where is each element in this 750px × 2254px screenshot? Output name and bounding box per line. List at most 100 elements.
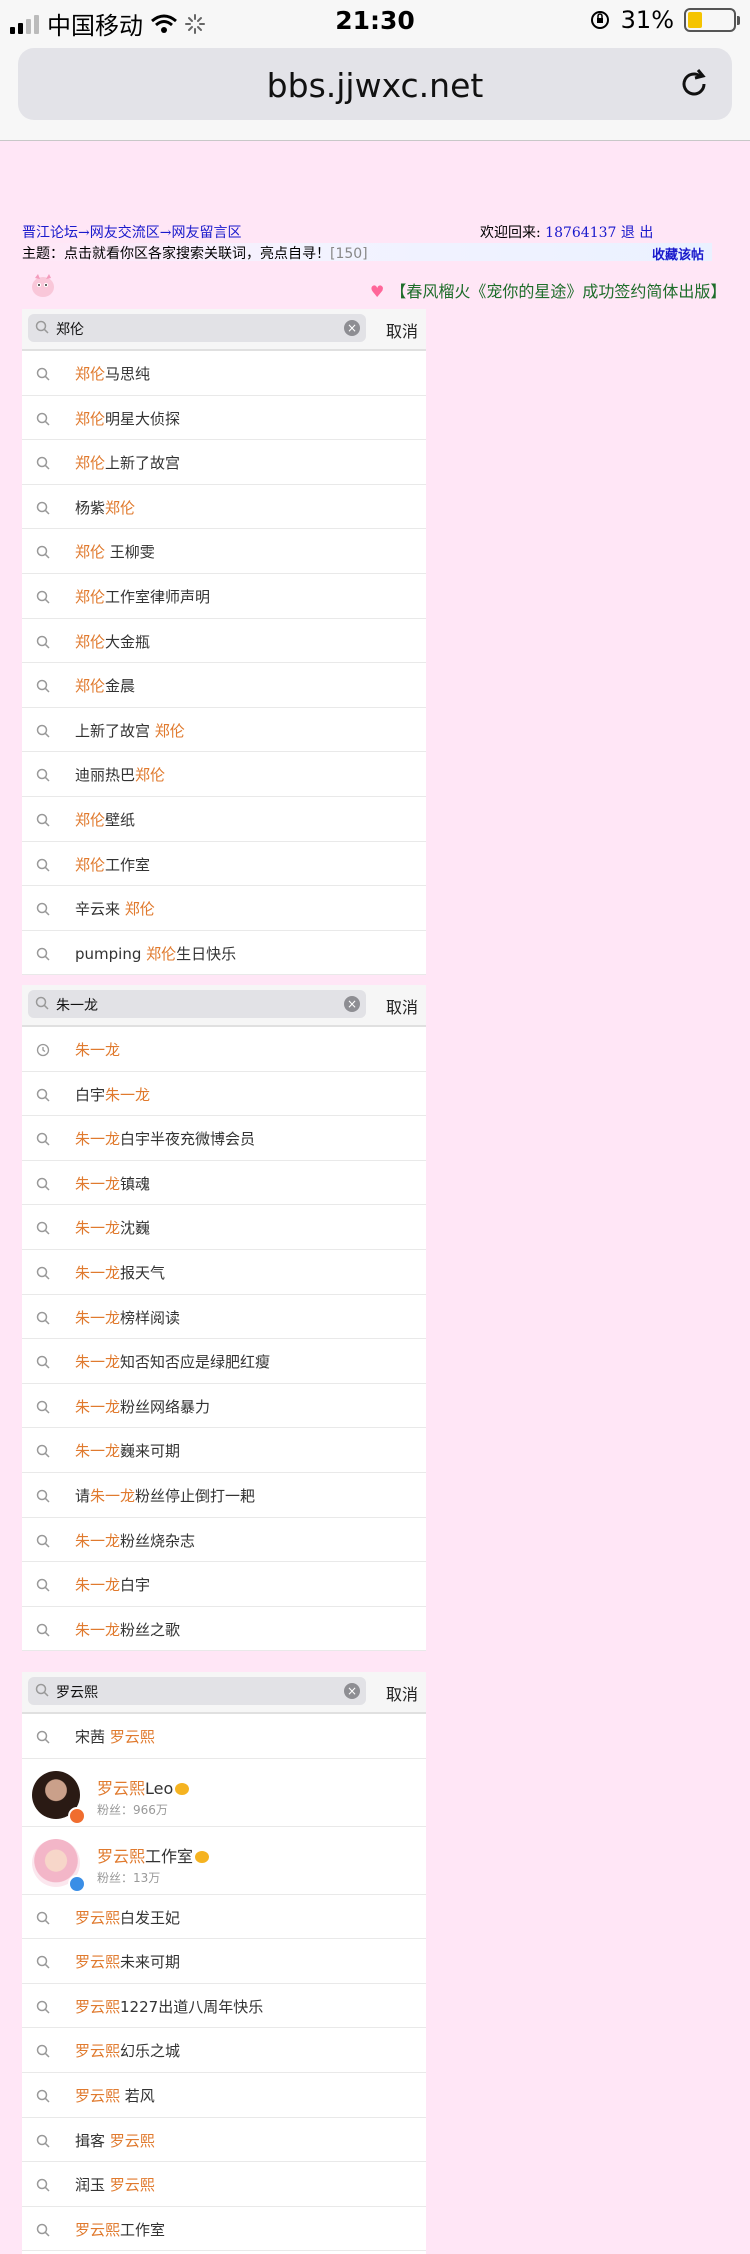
suggestion-item[interactable]: pumping 郑伦生日快乐 (22, 931, 426, 976)
suggestion-highlight: 罗云熙 (75, 2042, 121, 2061)
suggestion-suffix: 白发王妃 (120, 1908, 181, 1927)
suggestion-item[interactable]: 郑伦壁纸 (22, 797, 426, 842)
topic-line: 主题：点击就看你区各家搜索关联词，亮点自寻！[150] (22, 243, 712, 262)
suggestion-text: 郑伦工作室律师声明 (75, 586, 210, 607)
suggestion-item[interactable]: 朱一龙沈巍 (22, 1205, 426, 1250)
suggestion-item[interactable]: 朱一龙镇魂 (22, 1161, 426, 1206)
search-bar: 朱一龙 × 取消 (22, 985, 426, 1027)
suggestion-item[interactable]: 郑伦金晨 (22, 663, 426, 708)
search-icon (36, 2177, 50, 2196)
suggestion-item[interactable]: 朱一龙榜样阅读 (22, 1295, 426, 1340)
suggestion-item[interactable]: 罗云熙 若风 (22, 2073, 426, 2118)
suggestion-text: 郑伦大金瓶 (75, 631, 150, 652)
search-query[interactable]: 罗云熙 (56, 1682, 98, 1702)
search-icon (36, 634, 50, 653)
search-input[interactable]: 罗云熙 × (28, 1677, 366, 1705)
search-icon (36, 901, 50, 920)
suggestion-item[interactable]: 朱一龙 (22, 1027, 426, 1072)
clear-icon[interactable]: × (344, 320, 360, 336)
cancel-button[interactable]: 取消 (386, 994, 418, 1018)
clear-icon[interactable]: × (344, 1683, 360, 1699)
suggestion-item[interactable]: 白宇朱一龙 (22, 1072, 426, 1117)
suggestion-item[interactable]: 朱一龙报天气 (22, 1250, 426, 1295)
suggestion-item[interactable]: 罗云熙工作室 (22, 2207, 426, 2252)
mascot-icon (32, 274, 54, 297)
search-icon (36, 589, 50, 608)
suggestion-item[interactable]: 郑伦上新了故宫 (22, 440, 426, 485)
cancel-button[interactable]: 取消 (386, 318, 418, 342)
promo-banner[interactable]: ♥ 【春风榴火《宠你的星途》成功签约简体出版】 (370, 278, 726, 302)
suggestion-item[interactable]: 罗云熙白发王妃 (22, 1895, 426, 1940)
suggestion-item[interactable]: 宋茜 罗云熙 (22, 1714, 426, 1759)
cancel-button[interactable]: 取消 (386, 1681, 418, 1705)
user-suggestion[interactable]: 罗云熙工作室 粉丝：13万 (22, 1827, 426, 1895)
suggestion-item[interactable]: 罗云熙未来可期 (22, 1939, 426, 1984)
suggestion-highlight: 罗云熙 (109, 2176, 155, 2195)
suggestion-item[interactable]: 郑伦 王柳雯 (22, 529, 426, 574)
breadcrumb[interactable]: 晋江论坛→网友交流区→网友留言区 (22, 222, 241, 242)
suggestion-suffix: 王柳雯 (105, 543, 155, 562)
suggestion-item[interactable]: 上新了故宫 郑伦 (22, 708, 426, 753)
suggestion-highlight: 郑伦 (124, 900, 155, 919)
suggestion-item[interactable]: 郑伦工作室律师声明 (22, 574, 426, 619)
user-name: 罗云熙工作室 (97, 1843, 210, 1867)
suggestion-text: 润玉 罗云熙 (75, 2174, 155, 2195)
favorite-link[interactable]: 收藏该帖 (652, 244, 704, 263)
fans-count: 粉丝：966万 (97, 1802, 168, 1817)
suggestion-highlight: 罗云熙 (75, 1953, 121, 1972)
suggestion-item[interactable]: 朱一龙粉丝之歌 (22, 1607, 426, 1652)
suggestion-suffix: 幻乐之城 (120, 2042, 181, 2061)
suggestion-highlight: 郑伦 (75, 365, 106, 383)
suggestion-item[interactable]: 郑伦工作室 (22, 842, 426, 887)
suggestion-item[interactable]: 罗云熙幻乐之城 (22, 2028, 426, 2073)
suggestion-item[interactable]: 润玉 罗云熙 (22, 2162, 426, 2207)
url-text[interactable]: bbs.jjwxc.net (18, 66, 732, 105)
suggestion-item[interactable]: 罗云熙1227出道八周年快乐 (22, 1984, 426, 2029)
suggestion-item[interactable]: 朱一龙巍来可期 (22, 1428, 426, 1473)
suggestion-item[interactable]: 郑伦马思纯 (22, 351, 426, 396)
clear-icon[interactable]: × (344, 996, 360, 1012)
suggestion-text: 朱一龙粉丝之歌 (75, 1619, 180, 1640)
suggestion-item[interactable]: 郑伦明星大侦探 (22, 396, 426, 441)
suggestion-highlight: 罗云熙 (75, 1908, 121, 1927)
welcome-label: 欢迎回来: (480, 225, 541, 241)
user-id-link[interactable]: 18764137 (545, 225, 616, 241)
suggestion-item[interactable]: 请朱一龙粉丝停止倒打一耙 (22, 1473, 426, 1518)
suggestion-suffix: 生日快乐 (176, 944, 237, 963)
search-query[interactable]: 郑伦 (56, 319, 84, 339)
suggestion-item[interactable]: 朱一龙粉丝烧杂志 (22, 1518, 426, 1563)
suggestion-item[interactable]: 揖客 罗云熙 (22, 2118, 426, 2163)
suggestion-highlight: 郑伦 (75, 409, 106, 428)
suggestion-highlight: 郑伦 (146, 944, 177, 963)
suggestion-item[interactable]: 辛云来 郑伦 (22, 886, 426, 931)
search-input[interactable]: 朱一龙 × (28, 990, 366, 1018)
search-query[interactable]: 朱一龙 (56, 995, 98, 1015)
suggestion-highlight: 朱一龙 (75, 1308, 121, 1327)
user-name-suffix: Leo (145, 1778, 174, 1798)
suggestion-text: 朱一龙榜样阅读 (75, 1307, 180, 1328)
suggestion-item[interactable]: 朱一龙白宇 (22, 1562, 426, 1607)
logout-link[interactable]: 退 出 (621, 225, 653, 241)
search-input[interactable]: 郑伦 × (28, 314, 366, 342)
suggestion-highlight: 朱一龙 (75, 1041, 121, 1059)
suggestion-item[interactable]: 迪丽热巴郑伦 (22, 752, 426, 797)
search-icon (36, 2133, 50, 2152)
address-bar[interactable]: bbs.jjwxc.net (18, 48, 732, 120)
suggestion-prefix: 杨紫 (75, 498, 106, 517)
search-icon (36, 1443, 50, 1462)
suggestion-item[interactable]: 朱一龙知否知否应是绿肥红瘦 (22, 1339, 426, 1384)
suggestion-item[interactable]: 朱一龙粉丝网络暴力 (22, 1384, 426, 1429)
search-icon (36, 1910, 50, 1929)
suggestion-highlight: 朱一龙 (75, 1353, 121, 1372)
user-suggestion[interactable]: 罗云熙Leo 粉丝：966万 (22, 1759, 426, 1827)
suggestion-item[interactable]: 朱一龙白宇半夜充微博会员 (22, 1116, 426, 1161)
suggestion-highlight: 郑伦 (105, 498, 136, 517)
reload-icon[interactable] (676, 66, 712, 102)
suggestion-item[interactable]: 郑伦大金瓶 (22, 619, 426, 664)
promo-text[interactable]: 【春风榴火《宠你的星途》成功签约简体出版】 (390, 282, 726, 301)
search-icon (36, 857, 50, 876)
suggestion-text: 郑伦工作室 (75, 854, 150, 875)
suggestion-prefix: 白宇 (75, 1085, 106, 1104)
suggestion-text: 迪丽热巴郑伦 (75, 764, 165, 785)
suggestion-item[interactable]: 杨紫郑伦 (22, 485, 426, 530)
